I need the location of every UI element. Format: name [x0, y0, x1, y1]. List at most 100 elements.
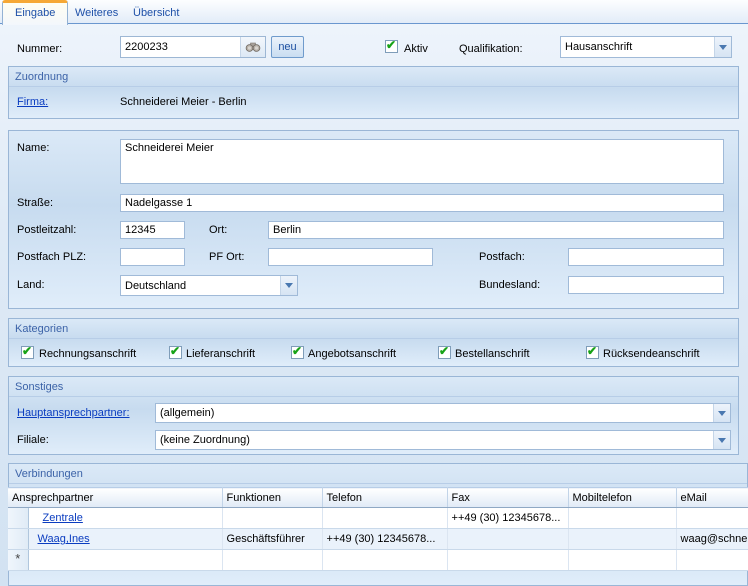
postfach-plz-label: Postfach PLZ: [17, 251, 86, 263]
cell-fax: ++49 (30) 12345678... [447, 508, 568, 529]
land-select[interactable]: Deutschland [120, 275, 298, 296]
verbindungen-title: Verbindungen [9, 464, 747, 484]
angebotsanschrift-label: Angebotsanschrift [308, 348, 396, 360]
new-row: * [8, 550, 748, 571]
pf-ort-label: PF Ort: [209, 251, 244, 263]
cell-telefon: ++49 (30) 12345678... [322, 529, 447, 550]
land-label: Land: [17, 279, 45, 291]
lieferanschrift-checkbox[interactable]: ✔ [169, 346, 182, 359]
column-header-email[interactable]: eMail [676, 488, 748, 508]
new-row-cell[interactable] [28, 550, 222, 571]
column-header-ansprechpartner[interactable]: Ansprechpartner [8, 488, 222, 508]
tab-eingabe[interactable]: Eingabe [2, 0, 68, 25]
hauptansprechpartner-dropdown-button[interactable] [713, 404, 730, 422]
angebotsanschrift-checkbox[interactable]: ✔ [291, 346, 304, 359]
rechnungsanschrift-label: Rechnungsanschrift [39, 348, 136, 360]
table-row: Zentrale ++49 (30) 12345678... [8, 508, 748, 529]
filiale-label: Filiale: [17, 434, 49, 446]
cell-telefon [322, 508, 447, 529]
column-header-mobiltelefon[interactable]: Mobiltelefon [568, 488, 676, 508]
nummer-input[interactable] [121, 37, 240, 57]
ansprechpartner-link[interactable]: Zentrale [43, 512, 83, 524]
new-row-selector[interactable]: * [8, 550, 28, 571]
ort-label: Ort: [209, 224, 227, 236]
rechnungsanschrift-checkbox[interactable]: ✔ [21, 346, 34, 359]
qualifikation-value: Hausanschrift [565, 41, 632, 53]
chevron-down-icon [285, 283, 293, 288]
check-icon: ✔ [170, 344, 180, 358]
grid-header-row: Ansprechpartner Funktionen Telefon Fax M… [8, 488, 748, 508]
column-header-fax[interactable]: Fax [447, 488, 568, 508]
name-input[interactable]: Schneiderei Meier [120, 139, 724, 184]
strasse-label: Straße: [17, 197, 53, 209]
tab-uebersicht[interactable]: Übersicht [121, 3, 191, 24]
firma-link[interactable]: Firma: [17, 96, 48, 108]
check-icon: ✔ [439, 344, 449, 358]
cell-mobiltelefon [568, 529, 676, 550]
hauptansprechpartner-select[interactable]: (allgemein) [155, 403, 731, 423]
pf-ort-input[interactable] [268, 248, 433, 266]
nummer-field-group [120, 36, 266, 58]
new-row-icon: * [15, 551, 20, 566]
chevron-down-icon [718, 411, 726, 416]
empty-cell [447, 550, 568, 571]
bestellanschrift-checkbox[interactable]: ✔ [438, 346, 451, 359]
bundesland-label: Bundesland: [479, 279, 540, 291]
kategorien-title: Kategorien [9, 319, 738, 339]
row-selector[interactable] [8, 529, 28, 550]
tab-bar: Eingabe Weiteres Übersicht [0, 0, 748, 24]
cell-mobiltelefon [568, 508, 676, 529]
check-icon: ✔ [587, 344, 597, 358]
cell-email: waag@schne [676, 529, 748, 550]
postfach-label: Postfach: [479, 251, 525, 263]
lieferanschrift-label: Lieferanschrift [186, 348, 255, 360]
ort-input[interactable] [268, 221, 724, 239]
sonstiges-title: Sonstiges [9, 377, 738, 397]
ansprechpartner-link[interactable]: Waag,Ines [38, 533, 90, 545]
filiale-value: (keine Zuordnung) [160, 434, 250, 446]
ruecksendeanschrift-checkbox[interactable]: ✔ [586, 346, 599, 359]
column-header-funktionen[interactable]: Funktionen [222, 488, 322, 508]
qualifikation-dropdown-button[interactable] [714, 37, 731, 57]
zuordnung-panel: Zuordnung [8, 66, 739, 119]
table-row: Waag,Ines Geschäftsführer ++49 (30) 1234… [8, 529, 748, 550]
postfach-input[interactable] [568, 248, 724, 266]
name-label: Name: [17, 142, 49, 154]
postfach-plz-input[interactable] [120, 248, 185, 266]
filiale-select[interactable]: (keine Zuordnung) [155, 430, 731, 450]
aktiv-checkbox[interactable]: ✔ [385, 40, 398, 53]
qualifikation-select[interactable]: Hausanschrift [560, 36, 732, 58]
nummer-label: Nummer: [17, 43, 62, 55]
binoculars-icon [245, 41, 261, 53]
cell-funktionen [222, 508, 322, 529]
filiale-dropdown-button[interactable] [713, 431, 730, 449]
zuordnung-title: Zuordnung [9, 67, 738, 87]
column-header-telefon[interactable]: Telefon [322, 488, 447, 508]
firma-value: Schneiderei Meier - Berlin [120, 96, 247, 108]
plz-label: Postleitzahl: [17, 224, 76, 236]
check-icon: ✔ [22, 344, 32, 358]
hauptansprechpartner-link[interactable]: Hauptansprechpartner: [17, 407, 130, 419]
search-button[interactable] [240, 37, 265, 57]
verbindungen-grid: Ansprechpartner Funktionen Telefon Fax M… [8, 487, 748, 572]
check-icon: ✔ [386, 38, 396, 52]
empty-cell [222, 550, 322, 571]
bundesland-input[interactable] [568, 276, 724, 294]
empty-cell [322, 550, 447, 571]
empty-cell [676, 550, 748, 571]
strasse-input[interactable] [120, 194, 724, 212]
ruecksendeanschrift-label: Rücksendeanschrift [603, 348, 700, 360]
check-icon: ✔ [292, 344, 302, 358]
neu-button[interactable]: neu [271, 36, 304, 58]
row-selector[interactable] [8, 508, 28, 529]
qualifikation-label: Qualifikation: [459, 43, 523, 55]
cell-funktionen: Geschäftsführer [222, 529, 322, 550]
empty-cell [568, 550, 676, 571]
land-dropdown-button[interactable] [280, 276, 297, 295]
bestellanschrift-label: Bestellanschrift [455, 348, 530, 360]
hauptansprechpartner-value: (allgemein) [160, 407, 214, 419]
chevron-down-icon [718, 438, 726, 443]
cell-fax [447, 529, 568, 550]
plz-input[interactable] [120, 221, 185, 239]
aktiv-label: Aktiv [404, 43, 428, 55]
